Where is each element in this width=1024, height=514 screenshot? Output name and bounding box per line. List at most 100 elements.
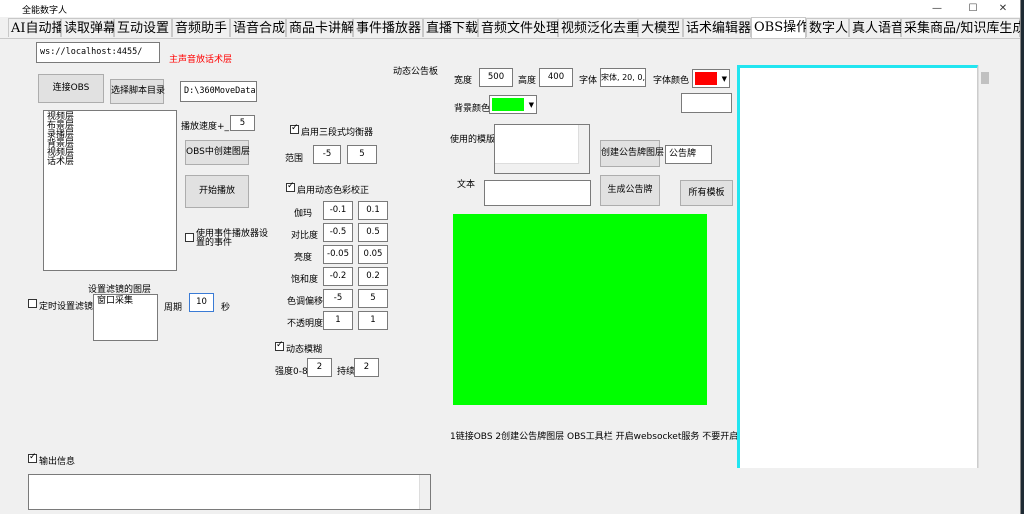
- timed-filter-checkbox[interactable]: [28, 299, 37, 308]
- create-layer-button[interactable]: OBS中创建图层: [185, 140, 250, 165]
- gamma-max-input[interactable]: 0.1: [358, 201, 388, 220]
- timed-filter-label: 定时设置滤镜: [39, 302, 94, 312]
- gamma-min-input[interactable]: -0.1: [323, 201, 353, 220]
- blur-duration-label: 持续: [337, 367, 356, 377]
- billboard-text-input[interactable]: [484, 180, 591, 206]
- obs-preview-panel: [737, 65, 978, 468]
- start-play-button[interactable]: 开始播放: [185, 175, 249, 208]
- template-textarea[interactable]: [494, 124, 590, 174]
- billboard-preview: [453, 214, 707, 405]
- contrast-min-input[interactable]: -0.5: [323, 223, 353, 242]
- eq-checkbox[interactable]: [290, 123, 299, 134]
- text-label: 文本: [457, 180, 476, 190]
- tab-product-card[interactable]: 商品卡讲解: [286, 18, 354, 37]
- range-label: 范围: [285, 154, 304, 164]
- hue-shift-label: 色调偏移: [287, 297, 324, 307]
- billboard-name-input[interactable]: 公告牌: [665, 145, 712, 164]
- output-info-label: 输出信息: [39, 457, 76, 467]
- output-info-checkbox[interactable]: [28, 452, 37, 463]
- script-dir-input[interactable]: D:\360MoveData\User: [180, 81, 257, 102]
- opacity-label: 不透明度: [287, 319, 324, 329]
- range-max-input[interactable]: 5: [347, 145, 377, 164]
- hue-shift-max-input[interactable]: 5: [358, 289, 388, 308]
- tab-read-danmaku[interactable]: 读取弹幕: [61, 18, 116, 37]
- tab-tts[interactable]: 语音合成: [230, 18, 286, 37]
- contrast-label: 对比度: [291, 231, 319, 241]
- connect-obs-button[interactable]: 连接OBS: [38, 74, 104, 103]
- minimize-icon[interactable]: —: [920, 0, 954, 17]
- scrollbar-thumb[interactable]: [981, 72, 989, 84]
- billboard-section-title: 动态公告板: [393, 67, 439, 77]
- hue-shift-min-input[interactable]: -5: [323, 289, 353, 308]
- all-templates-button[interactable]: 所有模板: [680, 180, 733, 206]
- height-input[interactable]: 400: [539, 68, 573, 87]
- extra-input[interactable]: [681, 93, 732, 113]
- layer-list[interactable]: 视频层 布景层 录播层 背景层 视频层 话术层: [43, 110, 177, 271]
- color-correction-checkbox[interactable]: [286, 181, 295, 192]
- tab-collect-products[interactable]: 采集商品/知识库生成: [901, 18, 1020, 37]
- gamma-label: 伽玛: [294, 209, 313, 219]
- font-color-swatch: [695, 72, 717, 85]
- seconds-label: 秒: [221, 303, 231, 313]
- saturation-label: 饱和度: [291, 275, 319, 285]
- filter-layer-list[interactable]: 窗口采集: [93, 294, 158, 341]
- range-min-input[interactable]: -5: [313, 145, 341, 164]
- blur-duration-input[interactable]: 2: [354, 358, 379, 377]
- brightness-max-input[interactable]: 0.05: [358, 245, 388, 264]
- bg-color-label: 背景颜色: [454, 104, 491, 114]
- template-hscroll[interactable]: [495, 163, 579, 173]
- tab-interaction[interactable]: 互动设置: [114, 18, 172, 37]
- list-item[interactable]: 话术层: [44, 158, 176, 167]
- brightness-label: 亮度: [294, 253, 313, 263]
- output-textarea[interactable]: [28, 474, 431, 510]
- tab-real-voice[interactable]: 真人语音: [849, 18, 904, 37]
- font-input[interactable]: 宋体, 20, 0,: [600, 68, 646, 87]
- tab-obs[interactable]: OBS操作: [751, 17, 809, 38]
- motion-blur-checkbox[interactable]: [275, 340, 284, 351]
- app-window: 全能数字人 — ☐ ✕ AI自动播 读取弹幕 互动设置 音频助手 语音合成 商品…: [0, 0, 1021, 514]
- contrast-max-input[interactable]: 0.5: [358, 223, 388, 242]
- template-label: 使用的模版: [450, 135, 496, 145]
- select-script-dir-button[interactable]: 选择脚本目录: [110, 79, 165, 104]
- tab-event-player[interactable]: 事件播放器: [353, 18, 423, 37]
- title-bar: 全能数字人 — ☐ ✕: [0, 0, 1020, 17]
- setup-instructions: 1链接OBS 2创建公告牌图层 OBS工具栏 开启websocket服务 不要开…: [450, 432, 766, 442]
- width-label: 宽度: [454, 76, 473, 86]
- tab-live-download[interactable]: 直播下载: [423, 18, 478, 37]
- tab-llm[interactable]: 大模型: [638, 18, 683, 37]
- speed-label: 播放速度+_: [181, 122, 230, 132]
- main-audio-note: 主声音放话术层: [169, 55, 233, 65]
- saturation-max-input[interactable]: 0.2: [358, 267, 388, 286]
- tab-video-dedup[interactable]: 视频泛化去重: [558, 18, 639, 37]
- generate-billboard-button[interactable]: 生成公告牌: [600, 175, 660, 206]
- tab-digital-human[interactable]: 数字人: [806, 18, 849, 37]
- output-scrollbar[interactable]: [419, 475, 430, 509]
- ws-url-input[interactable]: ws://localhost:4455/: [36, 42, 160, 63]
- tab-audio-file[interactable]: 音频文件处理: [478, 18, 559, 37]
- tab-script-editor[interactable]: 话术编辑器: [683, 18, 751, 37]
- chevron-down-icon: ▼: [528, 101, 534, 109]
- period-input[interactable]: 10: [189, 293, 214, 312]
- speed-input[interactable]: 5: [230, 115, 255, 131]
- opacity-max-input[interactable]: 1: [358, 311, 388, 330]
- motion-blur-label: 动态模糊: [286, 345, 323, 355]
- tab-ai-auto[interactable]: AI自动播: [8, 18, 65, 37]
- close-icon[interactable]: ✕: [986, 0, 1020, 17]
- font-color-dropdown[interactable]: ▼: [692, 69, 730, 88]
- blur-strength-input[interactable]: 2: [307, 358, 332, 377]
- create-billboard-button[interactable]: 创建公告牌图层: [600, 140, 664, 167]
- use-event-checkbox[interactable]: [185, 233, 194, 242]
- preview-scrollbar[interactable]: [978, 65, 992, 468]
- bg-color-swatch: [492, 98, 524, 111]
- saturation-min-input[interactable]: -0.2: [323, 267, 353, 286]
- use-event-label: 使用事件播放器设置的事件: [196, 229, 269, 248]
- width-input[interactable]: 500: [479, 68, 513, 87]
- brightness-min-input[interactable]: -0.05: [323, 245, 353, 264]
- chevron-down-icon: ▼: [721, 75, 727, 83]
- bg-color-dropdown[interactable]: ▼: [489, 95, 537, 114]
- opacity-min-input[interactable]: 1: [323, 311, 353, 330]
- tab-audio-helper[interactable]: 音频助手: [172, 18, 230, 37]
- maximize-icon[interactable]: ☐: [956, 0, 990, 17]
- template-vscroll[interactable]: [578, 125, 589, 173]
- list-item[interactable]: 窗口采集: [94, 297, 157, 306]
